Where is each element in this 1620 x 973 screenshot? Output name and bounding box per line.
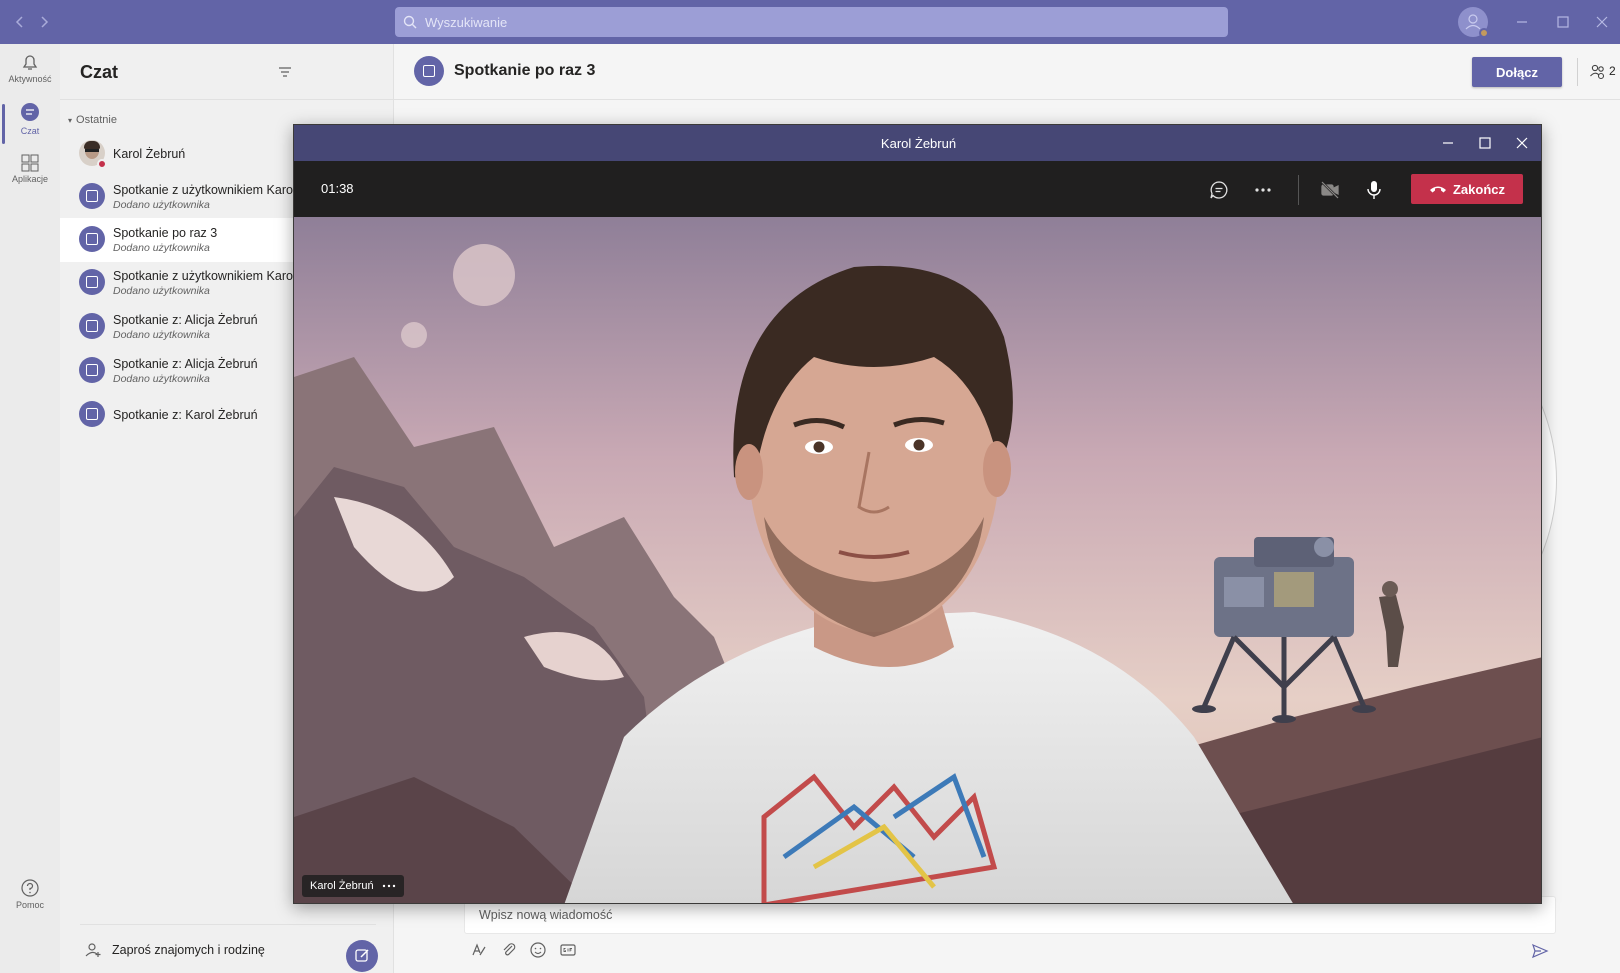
apps-grid-icon bbox=[21, 154, 39, 172]
calendar-icon bbox=[79, 183, 105, 209]
title-bar: Wyszukiwanie bbox=[0, 0, 1620, 44]
phone-hangup-icon bbox=[1429, 186, 1446, 193]
send-icon[interactable] bbox=[1530, 941, 1550, 961]
recent-section-header[interactable]: ▾ Ostatnie bbox=[68, 114, 117, 126]
call-window: Karol Żebruń 01:38 Zakończ Karol Żebruń bbox=[293, 124, 1542, 904]
rail-item-activity[interactable]: Aktywność bbox=[0, 52, 60, 100]
presence-busy-indicator bbox=[97, 159, 107, 169]
back-arrow-icon[interactable] bbox=[10, 12, 30, 32]
chat-item-name: Spotkanie z użytkownikiem Karol bbox=[113, 183, 296, 197]
chat-item-subtitle: Dodano użytkownika bbox=[113, 329, 210, 341]
maximize-icon[interactable] bbox=[1553, 12, 1573, 32]
search-input[interactable]: Wyszukiwanie bbox=[395, 7, 1228, 37]
calendar-icon bbox=[79, 401, 105, 427]
emoji-icon[interactable] bbox=[529, 941, 547, 959]
participant-name: Karol Żebruń bbox=[310, 880, 374, 892]
divider bbox=[1298, 175, 1299, 205]
close-icon[interactable] bbox=[1592, 12, 1612, 32]
call-maximize-icon[interactable] bbox=[1476, 134, 1494, 152]
microphone-icon[interactable] bbox=[1363, 179, 1385, 201]
rail-item-apps[interactable]: Aplikacje bbox=[0, 152, 60, 200]
chat-item-subtitle: Dodano użytkownika bbox=[113, 242, 210, 254]
hang-up-button[interactable]: Zakończ bbox=[1411, 174, 1523, 204]
chat-bubble-icon bbox=[21, 103, 39, 121]
call-minimize-icon[interactable] bbox=[1439, 134, 1457, 152]
call-window-title-bar: Karol Żebruń bbox=[294, 125, 1541, 161]
recent-section-label: Ostatnie bbox=[76, 114, 117, 126]
calendar-icon bbox=[79, 226, 105, 252]
chat-item-name: Karol Żebruń bbox=[113, 147, 186, 161]
divider bbox=[1577, 58, 1578, 86]
call-timer: 01:38 bbox=[321, 181, 354, 196]
invite-friends-button[interactable]: Zaproś znajomych i rodzinę bbox=[80, 924, 376, 968]
more-options-icon[interactable] bbox=[1252, 179, 1274, 201]
join-button[interactable]: Dołącz bbox=[1472, 57, 1562, 87]
rail-label-chat: Czat bbox=[20, 126, 40, 136]
caret-down-icon: ▾ bbox=[68, 116, 73, 125]
chat-item-name: Spotkanie z użytkownikiem Karol bbox=[113, 269, 296, 283]
participants-count: 2 bbox=[1609, 64, 1616, 78]
calendar-icon bbox=[79, 269, 105, 295]
search-placeholder: Wyszukiwanie bbox=[425, 14, 508, 30]
help-icon bbox=[21, 879, 39, 897]
rail-label-apps: Aplikacje bbox=[11, 174, 49, 184]
bell-icon bbox=[22, 55, 38, 70]
gif-icon[interactable] bbox=[559, 941, 577, 959]
presence-away-indicator bbox=[1479, 28, 1489, 38]
rail-item-chat[interactable]: Czat bbox=[0, 100, 60, 148]
format-icon[interactable] bbox=[470, 941, 488, 959]
call-window-title: Karol Żebruń bbox=[880, 136, 957, 151]
message-placeholder: Wpisz nową wiadomość bbox=[479, 908, 613, 922]
chat-item-name: Spotkanie po raz 3 bbox=[113, 226, 218, 240]
chat-item-subtitle: Dodano użytkownika bbox=[113, 285, 210, 297]
chat-list-header: Czat bbox=[60, 44, 1557, 972]
chat-icon[interactable] bbox=[1208, 179, 1230, 201]
chat-item-subtitle: Dodano użytkownika bbox=[113, 199, 210, 211]
meeting-title: Spotkanie po raz 3 bbox=[454, 62, 596, 79]
chat-item-name: Spotkanie z: Alicja Żebruń bbox=[113, 313, 258, 327]
chat-item-name: Spotkanie z: Karol Żebruń bbox=[113, 408, 258, 422]
calendar-icon bbox=[79, 357, 105, 383]
minimize-icon[interactable] bbox=[1512, 12, 1532, 32]
forward-arrow-icon[interactable] bbox=[34, 12, 54, 32]
camera-off-icon[interactable] bbox=[1319, 179, 1341, 201]
chat-item-subtitle: Dodano użytkownika bbox=[113, 373, 210, 385]
calendar-icon bbox=[414, 56, 444, 86]
call-toolbar: 01:38 Zakończ bbox=[294, 161, 1541, 217]
calendar-icon bbox=[79, 313, 105, 339]
user-avatar[interactable] bbox=[1458, 7, 1489, 38]
video-feed-image bbox=[294, 217, 1541, 903]
participants-button[interactable]: 2 bbox=[1589, 62, 1616, 80]
participant-video: Karol Żebruń bbox=[294, 217, 1541, 903]
rail-label-help: Pomoc bbox=[15, 900, 44, 910]
chat-list-title: Czat bbox=[80, 62, 119, 82]
call-close-icon[interactable] bbox=[1513, 134, 1531, 152]
attach-icon[interactable] bbox=[500, 941, 518, 959]
hang-up-label: Zakończ bbox=[1452, 181, 1505, 197]
participant-name-tag: Karol Żebruń bbox=[302, 875, 404, 897]
invite-label: Zaproś znajomych i rodzinę bbox=[112, 943, 265, 957]
app-rail: Aktywność Czat Aplikacje Pomoc bbox=[0, 44, 60, 973]
more-options-icon[interactable] bbox=[382, 884, 396, 888]
meeting-header: Spotkanie po raz 3 Dołącz 2 bbox=[394, 44, 1620, 100]
add-person-icon bbox=[84, 941, 102, 959]
filter-icon[interactable] bbox=[275, 62, 295, 82]
search-icon bbox=[403, 15, 417, 29]
chat-item-name: Spotkanie z: Alicja Żebruń bbox=[113, 357, 258, 371]
rail-label-activity: Aktywność bbox=[8, 74, 52, 84]
people-icon bbox=[1590, 64, 1605, 80]
rail-item-help[interactable]: Pomoc bbox=[0, 878, 60, 926]
